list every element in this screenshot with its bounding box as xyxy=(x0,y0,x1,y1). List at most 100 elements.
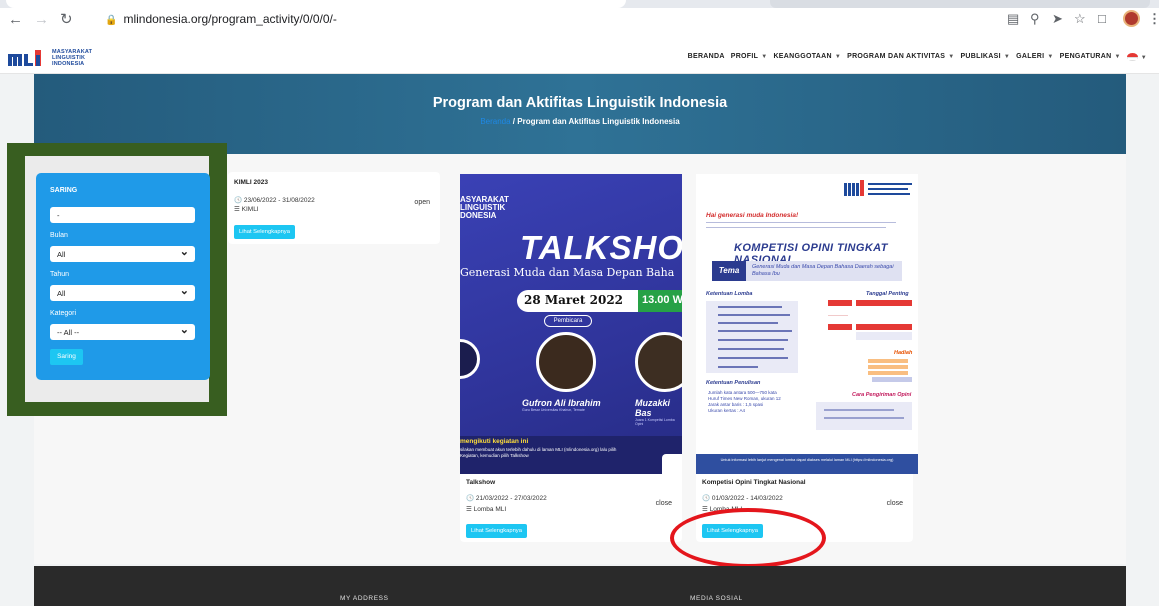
search-input[interactable]: - xyxy=(50,207,195,223)
menu-program[interactable]: PROGRAM DAN AKTIVITAS ▼ xyxy=(847,53,954,61)
speaker-photo xyxy=(536,332,596,392)
speaker-photo xyxy=(460,339,480,379)
speaker-photo xyxy=(635,332,682,392)
menu-publikasi[interactable]: PUBLIKASI ▼ xyxy=(960,53,1010,61)
poster-penulisan-item: Ukuran kertas : A4 xyxy=(708,408,746,413)
card-status: open xyxy=(414,199,430,206)
zoom-icon[interactable]: ⚲ xyxy=(1030,12,1040,26)
poster-cta-text: silakan membuat akun terlebih dahulu di … xyxy=(460,447,617,458)
card-category-text: KIMLI xyxy=(241,206,259,213)
poster-submit-box xyxy=(816,402,912,430)
poster-theme: Tema Generasi Muda dan Masa Depan Bahasa… xyxy=(712,261,902,281)
filter-title: SARING xyxy=(50,187,78,194)
card-date: 🕓 23/06/2022 - 31/08/2022 xyxy=(234,196,315,204)
card-status: close xyxy=(655,500,672,507)
menu-label: BERANDA xyxy=(687,53,725,60)
side-panel-icon[interactable]: □ xyxy=(1098,12,1106,26)
poster-text-line xyxy=(718,339,788,341)
breadcrumb: Beranda / Program dan Aktifitas Linguist… xyxy=(34,117,1126,126)
translate-icon[interactable]: ▤ xyxy=(1007,12,1019,26)
poster-heading: TALKSHOW xyxy=(520,229,682,266)
bookmark-star-icon[interactable]: ☆ xyxy=(1074,12,1086,26)
poster-footer-text: Untuk informasi lebih lanjut mengenai lo… xyxy=(720,458,894,462)
kategori-value: -- All -- xyxy=(57,328,80,337)
caret-down-icon: ▼ xyxy=(834,54,842,60)
browser-toolbar: ← → ↻ 🔒 mlindonesia.org/program_activity/… xyxy=(0,0,1159,36)
share-icon[interactable]: ➤ xyxy=(1052,12,1063,26)
card-title: Kompetisi Opini Tingkat Nasional xyxy=(702,479,806,486)
card-date: 🕓 01/03/2022 - 14/03/2022 xyxy=(702,494,783,502)
tahun-label: Tahun xyxy=(50,271,70,278)
poster-date-note xyxy=(856,332,912,340)
caret-down-icon: ▼ xyxy=(1047,54,1054,60)
menu-profil[interactable]: PROFIL ▼ xyxy=(731,53,768,61)
talkshow-poster[interactable]: ASYARAKAT LINGUISTIK DONESIA TALKSHOW Ge… xyxy=(460,174,682,474)
poster-text-line xyxy=(718,306,782,308)
caret-down-icon: ▼ xyxy=(761,54,768,60)
poster-theme-text: Generasi Muda dan Masa Depan Bahasa Daer… xyxy=(752,264,894,277)
poster-text-line xyxy=(706,222,896,223)
poster-ketentuan: Ketentuan Lomba xyxy=(706,291,753,297)
bulan-label: Bulan xyxy=(50,232,68,239)
menu-pengaturan[interactable]: PENGATURAN ▼ xyxy=(1060,53,1121,61)
back-arrow-icon[interactable]: ← xyxy=(8,12,23,28)
main-menu: BERANDA PROFIL ▼ KEANGGOTAAN ▼ PROGRAM DAN… xyxy=(688,53,1147,61)
more-menu-icon[interactable]: ⋮ xyxy=(1148,12,1159,26)
poster-cta-band: mengikuti kegiatan ini silakan membuat a… xyxy=(460,436,682,474)
footer-social-heading: MEDIA SOSIAL xyxy=(690,595,743,602)
poster-prize-row xyxy=(868,359,908,363)
inactive-tab[interactable] xyxy=(770,0,1150,8)
lihat-selengkapnya-button[interactable]: Lihat Selengkapnya xyxy=(234,225,295,239)
speaker-2-text: Muzakki Bas xyxy=(635,398,671,418)
menu-label: PENGATURAN xyxy=(1059,53,1112,60)
activity-card-kimli: KIMLI 2023 🕓 23/06/2022 - 31/08/2022 ☰ K… xyxy=(228,172,440,244)
lihat-selengkapnya-button[interactable]: Lihat Selengkapnya xyxy=(466,524,527,538)
poster-prize-row xyxy=(868,365,908,369)
calendar-icon: 🕓 xyxy=(234,197,243,204)
poster-time: 13.00 WIB xyxy=(638,290,682,312)
poster-speaker-label: Pembicara xyxy=(544,315,592,327)
card-category: ☰ KIMLI xyxy=(234,205,259,213)
address-bar[interactable]: 🔒 mlindonesia.org/program_activity/0/0/0/… xyxy=(105,12,337,28)
menu-beranda[interactable]: BERANDA xyxy=(688,53,725,61)
kategori-select[interactable]: -- All -- xyxy=(50,323,195,340)
active-tab[interactable] xyxy=(6,0,626,8)
poster-footer-band: Untuk informasi lebih lanjut mengenai lo… xyxy=(696,454,918,474)
poster-date-badge xyxy=(856,300,912,306)
tahun-select[interactable]: All xyxy=(50,284,195,301)
poster-prize-row xyxy=(868,371,908,375)
url-text: mlindonesia.org/program_activity/0/0/0/- xyxy=(123,12,337,26)
menu-label: GALERI xyxy=(1016,53,1045,60)
logo-line-3: INDONESIA xyxy=(52,61,85,67)
reload-icon[interactable]: ↻ xyxy=(60,12,73,28)
poster-text-line xyxy=(824,409,894,411)
card-date-text: 23/06/2022 - 31/08/2022 xyxy=(243,197,315,204)
poster-text-line xyxy=(718,357,788,359)
kompetisi-poster[interactable]: Hai generasi muda Indonesia! KOMPETISI O… xyxy=(696,174,918,474)
footer-address-heading: MY ADDRESS xyxy=(340,595,389,602)
calendar-icon: 🕓 xyxy=(702,495,711,502)
poster-text-line xyxy=(718,330,792,332)
poster-date: 28 Maret 2022 xyxy=(517,290,639,312)
poster-pengiriman: Cara Pengiriman Opini xyxy=(852,392,912,398)
card-category: ☰ Lomba MLI xyxy=(466,505,506,513)
language-selector[interactable]: ▼ xyxy=(1126,53,1147,61)
speaker-1-text: Gufron Ali Ibrahim xyxy=(522,398,601,408)
poster-date-row: ————— xyxy=(828,312,848,317)
site-footer: MY ADDRESS MEDIA SOSIAL xyxy=(34,566,1126,606)
speaker-2-role: Juara 1 Kompetisi Lomba Opini xyxy=(635,418,675,426)
profile-avatar[interactable] xyxy=(1123,10,1140,27)
breadcrumb-home[interactable]: Beranda xyxy=(480,117,510,126)
bulan-select[interactable]: All xyxy=(50,245,195,262)
menu-label: PUBLIKASI xyxy=(960,53,1001,60)
poster-penulisan: Ketentuan Penulisan xyxy=(706,380,761,386)
mli-logo-icon[interactable] xyxy=(8,50,44,66)
menu-galeri[interactable]: GALERI ▼ xyxy=(1016,53,1054,61)
forward-arrow-icon[interactable]: → xyxy=(34,12,49,28)
poster-rules-box xyxy=(706,301,798,373)
org-line: DONESIA xyxy=(460,211,497,220)
poster-subtitle: Generasi Muda dan Masa Depan Baha xyxy=(460,266,675,279)
saring-button[interactable]: Saring xyxy=(50,349,83,365)
menu-keanggotaan[interactable]: KEANGGOTAAN ▼ xyxy=(773,53,841,61)
caret-down-icon: ▼ xyxy=(1140,54,1147,61)
